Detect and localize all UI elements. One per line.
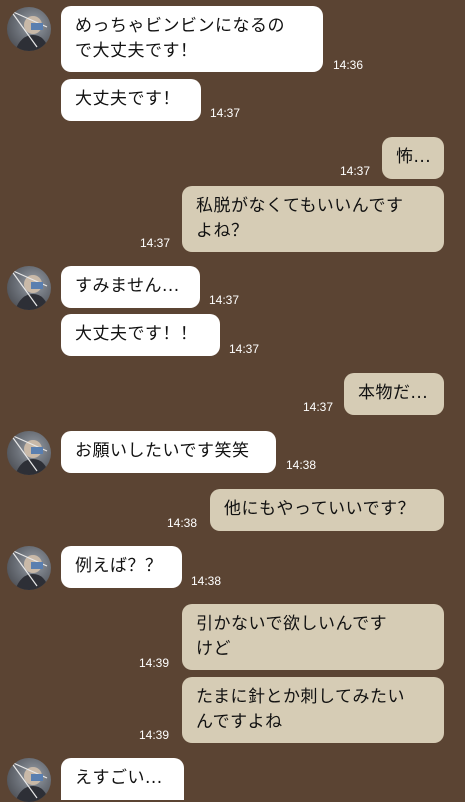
contact-avatar[interactable]: [7, 7, 51, 51]
contact-avatar[interactable]: [7, 266, 51, 310]
chat-log: めっちゃビンビンになるの で大丈夫です！ 14:36 大丈夫です！ 14:37 …: [0, 0, 465, 802]
message-time: 14:39: [139, 728, 170, 742]
message-time: 14:37: [340, 164, 371, 178]
contact-avatar[interactable]: [7, 431, 51, 475]
message-time: 14:37: [303, 400, 334, 414]
message-time: 14:38: [286, 458, 317, 472]
message-time: 14:37: [210, 106, 241, 120]
message-bubble-outgoing[interactable]: 怖...: [382, 137, 444, 179]
message-bubble-outgoing[interactable]: 本物だ...: [344, 373, 444, 415]
message-bubble-outgoing[interactable]: 他にもやっていいです？: [210, 489, 444, 531]
message-time: 14:38: [191, 574, 222, 588]
message-bubble-incoming[interactable]: 大丈夫です！！: [61, 314, 220, 356]
message-bubble-incoming[interactable]: 大丈夫です！: [61, 79, 201, 121]
message-bubble-outgoing[interactable]: 私脱がなくてもいいんです よね？: [182, 186, 444, 252]
contact-avatar[interactable]: [7, 546, 51, 590]
message-bubble-incoming[interactable]: すみません...: [61, 266, 200, 308]
message-bubble-incoming[interactable]: めっちゃビンビンになるの で大丈夫です！: [61, 6, 323, 72]
message-time: 14:38: [167, 516, 198, 530]
message-bubble-incoming[interactable]: 例えば？？: [61, 546, 182, 588]
contact-avatar[interactable]: [7, 758, 51, 802]
message-time: 14:37: [209, 293, 240, 307]
message-time: 14:39: [139, 656, 170, 670]
message-bubble-outgoing[interactable]: たまに針とか刺してみたい んですよね: [182, 677, 444, 743]
message-bubble-outgoing[interactable]: 引かないで欲しいんです けど: [182, 604, 444, 670]
message-time: 14:37: [140, 236, 171, 250]
message-bubble-incoming[interactable]: えすごい...: [61, 758, 184, 800]
message-time: 14:37: [229, 342, 260, 356]
message-bubble-incoming[interactable]: お願いしたいです笑笑: [61, 431, 276, 473]
message-time: 14:36: [333, 58, 364, 72]
